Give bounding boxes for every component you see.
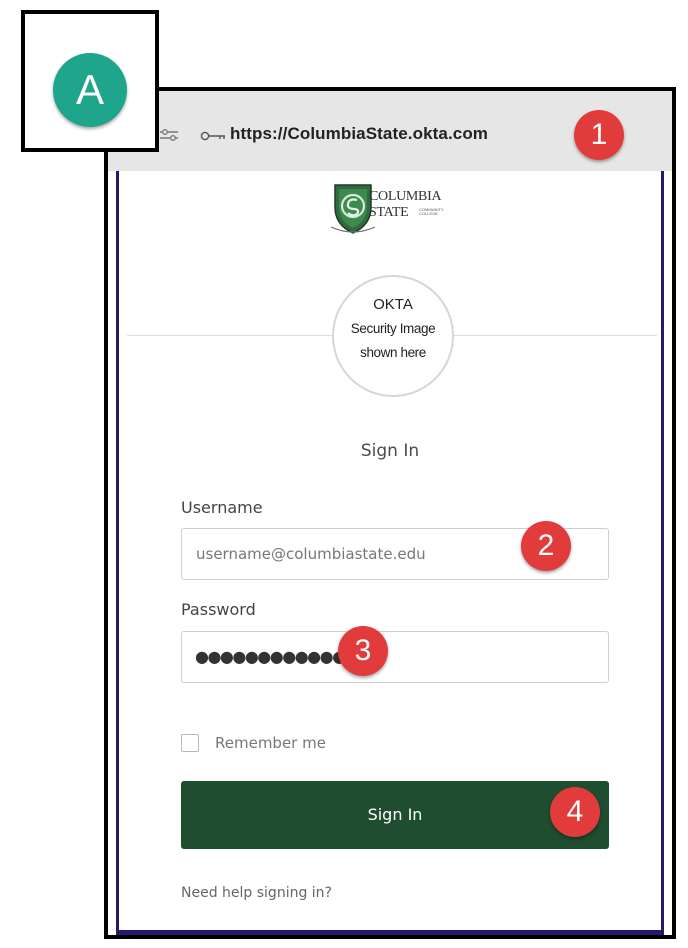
logo-text-state: STATE (369, 205, 409, 220)
callout-4-badge: 4 (550, 787, 600, 837)
url-text[interactable]: https://ColumbiaState.okta.com (230, 124, 488, 144)
sign-in-button[interactable]: Sign In (181, 781, 609, 849)
callout-1-badge: 1 (574, 110, 624, 160)
callout-a-badge: A (53, 53, 127, 127)
tune-icon[interactable] (160, 129, 178, 141)
callout-2-badge: 2 (521, 521, 571, 571)
remember-me-checkbox[interactable] (181, 734, 199, 752)
callout-3-badge: 3 (338, 626, 388, 676)
columbia-state-logo: COLUMBIA STATE COMMUNITY COLLEGE (329, 179, 489, 239)
sign-in-heading: Sign In (360, 441, 420, 461)
security-image-line-3: shown here (360, 345, 426, 360)
security-image-line-1: OKTA (373, 296, 413, 313)
security-image: OKTA Security Image shown here (332, 275, 454, 397)
security-image-line-2: Security Image (350, 321, 436, 336)
key-icon (200, 131, 225, 141)
logo-text-columbia: COLUMBIA (369, 189, 442, 204)
remember-me-label[interactable]: Remember me (215, 734, 326, 752)
need-help-link[interactable]: Need help signing in? (181, 885, 332, 901)
password-label: Password (181, 600, 256, 619)
password-mask: ●●●●●●●●●●●● (195, 647, 346, 666)
logo-text-community-college: COMMUNITY COLLEGE (419, 207, 444, 216)
username-label: Username (181, 498, 263, 517)
